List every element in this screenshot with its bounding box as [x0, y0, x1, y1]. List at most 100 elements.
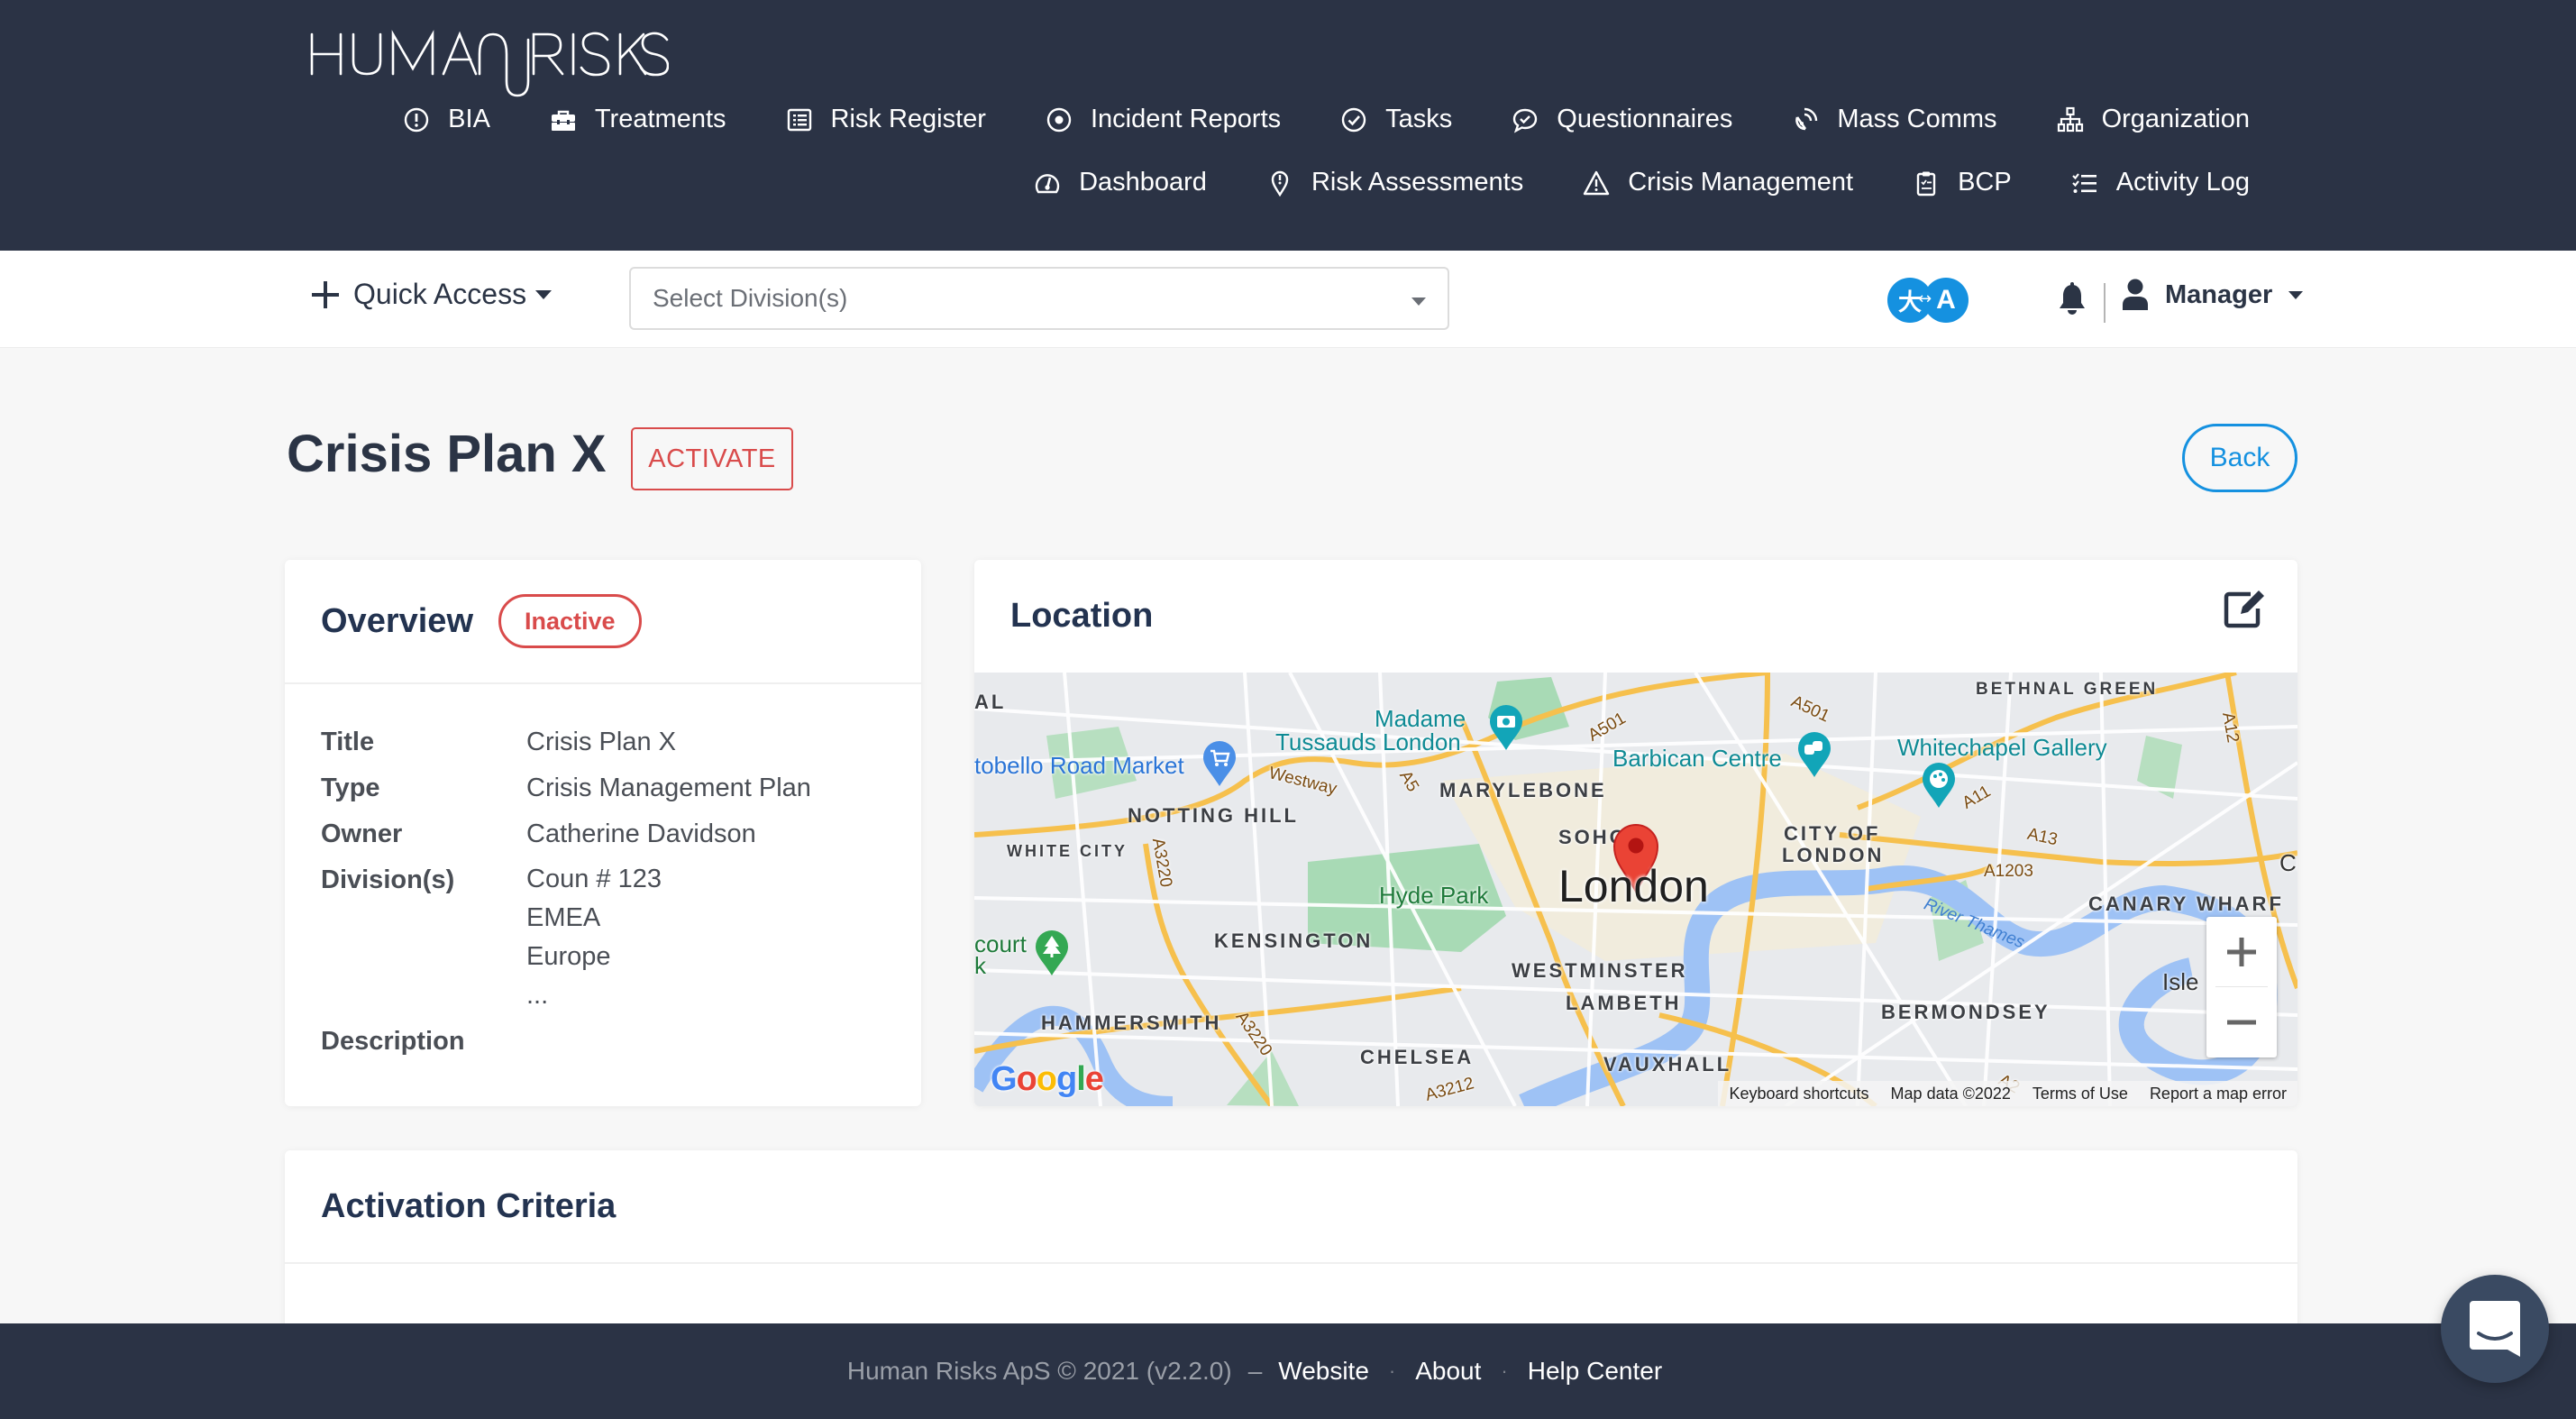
- division-select[interactable]: Select Division(s): [629, 267, 1449, 330]
- nav-questionnaires[interactable]: Questionnaires: [1512, 105, 1732, 134]
- map-zoom-out-button[interactable]: [2206, 987, 2277, 1057]
- language-switcher[interactable]: 大 A ↔: [1887, 278, 1970, 325]
- map-district-label: VAUXHALL: [1603, 1053, 1732, 1076]
- caret-down-icon: [2288, 290, 2304, 299]
- swap-arrow-icon: ↔: [1918, 289, 1932, 308]
- map-district-label: KENSINGTON: [1214, 929, 1374, 952]
- caret-down-icon: [535, 289, 553, 299]
- nav-questionnaires-label: Questionnaires: [1557, 105, 1733, 133]
- nav-risk-assessments-label: Risk Assessments: [1311, 168, 1524, 197]
- nav-treatments[interactable]: Treatments: [550, 105, 726, 134]
- back-button[interactable]: Back: [2182, 424, 2297, 492]
- nav-incident-reports-label: Incident Reports: [1090, 105, 1282, 133]
- plus-icon: [2227, 938, 2256, 966]
- top-navigation-bar: BIA Treatments Risk Register Incident Re…: [0, 0, 2576, 251]
- quick-access-dropdown[interactable]: Quick Access: [310, 278, 553, 311]
- map-poi-label: tobello Road Market: [974, 752, 1184, 779]
- nav-risk-assessments[interactable]: Risk Assessments: [1266, 168, 1523, 197]
- camera-poi-icon[interactable]: [1488, 705, 1524, 752]
- main-nav-row-2: Dashboard Risk Assessments Crisis Manage…: [974, 168, 2250, 197]
- division-list: Coun # 123 EMEA Europe ...: [526, 860, 662, 1015]
- nav-bia[interactable]: BIA: [403, 105, 490, 134]
- chat-smile-icon: [2470, 1301, 2520, 1357]
- footer-separator: –: [1247, 1357, 1263, 1385]
- field-label: Title: [321, 728, 375, 756]
- nav-organization[interactable]: Organization: [2057, 105, 2250, 134]
- theater-poi-icon[interactable]: [1796, 732, 1832, 779]
- map-poi-label: Tussauds London: [1275, 728, 1461, 755]
- map-label: AL: [974, 691, 1007, 713]
- translate-glyph-right: A: [1936, 285, 1956, 315]
- map-district-label: NOTTING HILL: [1128, 804, 1299, 827]
- location-map[interactable]: AL Madame Tussauds London tobello Road M…: [974, 673, 2297, 1106]
- park-tree-poi-icon[interactable]: [1034, 930, 1070, 977]
- location-heading: Location: [1010, 597, 1154, 635]
- gallery-poi-icon[interactable]: [1921, 763, 1957, 810]
- map-label: Ci: [2279, 849, 2297, 876]
- clipboard-check-icon: [1913, 169, 1940, 197]
- map-district-label: CANARY WHARF: [2088, 893, 2284, 915]
- division-item: Coun # 123: [526, 865, 662, 893]
- logo-graphic: [310, 30, 669, 97]
- nav-crisis-management-label: Crisis Management: [1628, 168, 1854, 197]
- map-district-label: MARYLEBONE: [1439, 779, 1607, 801]
- map-road-label: A1203: [1984, 862, 2033, 881]
- secondary-toolbar: Quick Access Select Division(s) 大 A ↔ Ma…: [0, 251, 2576, 348]
- check-circle-icon: [1340, 106, 1367, 133]
- footer-dot: ·: [1501, 1359, 1508, 1382]
- footer-dot: ·: [1388, 1359, 1396, 1382]
- nav-crisis-management[interactable]: Crisis Management: [1583, 168, 1853, 197]
- minus-icon: [2227, 1020, 2256, 1025]
- chat-widget-button[interactable]: [2441, 1275, 2549, 1383]
- footer-link-about[interactable]: About: [1415, 1357, 1481, 1386]
- map-district-label: LAMBETH: [1566, 992, 1682, 1014]
- field-description: Description: [321, 1021, 885, 1061]
- map-district-label: BERMONDSEY: [1881, 1001, 2051, 1023]
- footer-link-help-center[interactable]: Help Center: [1528, 1357, 1662, 1386]
- footer-link-website[interactable]: Website: [1278, 1357, 1369, 1386]
- nav-dashboard[interactable]: Dashboard: [1034, 168, 1207, 197]
- edit-icon[interactable]: [2224, 587, 2267, 628]
- map-city-label: London: [1558, 861, 1709, 911]
- shopping-cart-poi-icon[interactable]: [1201, 741, 1238, 788]
- activation-criteria-heading: Activation Criteria: [321, 1186, 617, 1225]
- nav-mass-comms-label: Mass Comms: [1837, 105, 1997, 133]
- nav-mass-comms[interactable]: Mass Comms: [1792, 105, 1997, 134]
- nav-activity-log[interactable]: Activity Log: [2071, 168, 2250, 197]
- nav-risk-register-label: Risk Register: [830, 105, 986, 133]
- nav-tasks-label: Tasks: [1385, 105, 1453, 133]
- map-marker-exclamation-icon: [1266, 169, 1293, 197]
- tasks-list-icon: [2071, 169, 2098, 197]
- division-item: EMEA: [526, 903, 601, 932]
- user-menu-dropdown[interactable]: Manager: [2122, 278, 2304, 312]
- location-card: Location AL Madame Tussauds London tobel…: [974, 560, 2297, 1106]
- nav-tasks[interactable]: Tasks: [1340, 105, 1452, 134]
- overview-card: Overview Inactive Title Crisis Plan X Ty…: [285, 560, 921, 1106]
- map-district-label: BETHNAL GREEN: [1976, 680, 2159, 699]
- nav-risk-register[interactable]: Risk Register: [786, 105, 986, 134]
- activation-criteria-header: Activation Criteria: [285, 1150, 2297, 1264]
- dot-circle-icon: [1046, 106, 1073, 133]
- activate-button[interactable]: ACTIVATE: [631, 427, 793, 490]
- human-risks-logo[interactable]: [308, 27, 669, 99]
- terms-of-use-link[interactable]: Terms of Use: [2022, 1085, 2139, 1103]
- user-icon: [2123, 279, 2148, 310]
- list-alt-icon: [786, 106, 813, 133]
- map-zoom-control: [2206, 917, 2277, 1057]
- keyboard-shortcuts-link[interactable]: Keyboard shortcuts: [1718, 1085, 1879, 1103]
- nav-bia-label: BIA: [448, 105, 490, 133]
- page-title: Crisis Plan X: [287, 425, 607, 483]
- map-district-label: CHELSEA: [1360, 1046, 1475, 1068]
- map-zoom-in-button[interactable]: [2206, 917, 2277, 987]
- nav-bcp[interactable]: BCP: [1913, 168, 2012, 197]
- division-more[interactable]: ...: [526, 976, 662, 1015]
- map-poi-label: Hyde Park: [1379, 882, 1489, 909]
- field-value: Catherine Davidson: [526, 819, 756, 848]
- map-label: Isle: [2162, 968, 2199, 995]
- field-label: Division(s): [321, 865, 455, 894]
- quick-access-label: Quick Access: [353, 278, 527, 310]
- comment-check-icon: [1512, 106, 1539, 133]
- report-map-error-link[interactable]: Report a map error: [2139, 1085, 2297, 1103]
- nav-incident-reports[interactable]: Incident Reports: [1046, 105, 1281, 134]
- notification-bell-icon[interactable]: [2057, 281, 2087, 317]
